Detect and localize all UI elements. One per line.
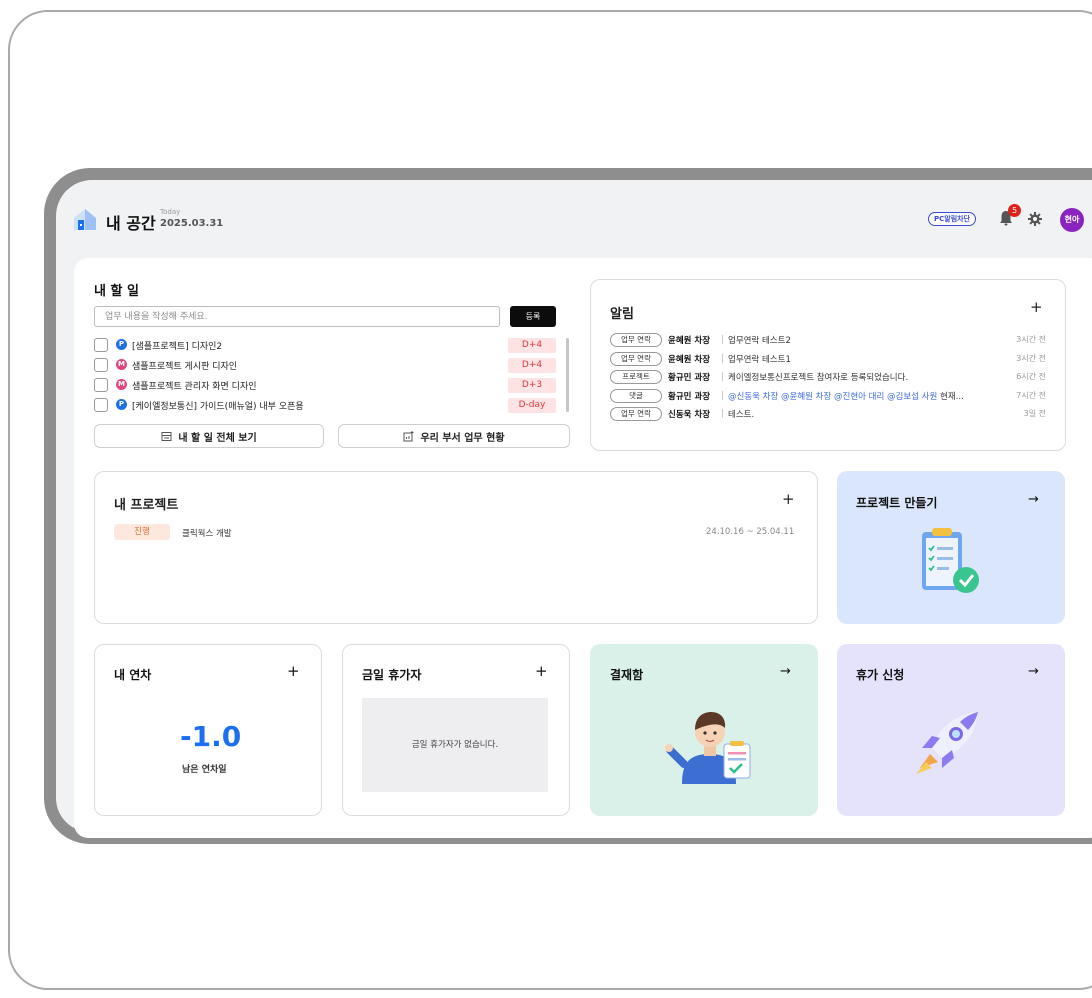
rocket-icon [916,712,978,774]
notification-text: @신동욱 차장 @윤혜원 차장 @진현아 대리 @김보섭 사원 현재... [728,390,998,402]
todo-add-button[interactable]: 등록 [510,306,556,327]
notifications-plus-icon[interactable]: + [1030,298,1043,316]
project-name[interactable]: 클릭웍스 개발 [182,527,232,539]
today-off-empty-state: 금일 휴가자가 없습니다. [362,698,548,792]
notification-item[interactable]: 업무 연락 윤혜원 차장 업무연락 테스트1 3시간 전 [610,351,1046,370]
notification-text: 케이엘정보통신프로젝트 참여자로 등록되었습니다. [728,373,909,383]
dept-status-button[interactable]: 우리 부서 업무 현황 [338,424,570,448]
todo-view-all-button[interactable]: 내 할 일 전체 보기 [94,424,324,448]
todo-dday-badge: D+4 [508,358,556,373]
todo-checkbox[interactable] [94,338,108,352]
notifications-list: 업무 연락 윤혜원 차장 업무연락 테스트2 3시간 전 업무 연락 윤혜원 차… [610,332,1046,425]
notification-divider [722,390,723,400]
annual-leave-label: 남은 연차일 [182,765,227,775]
todo-scrollbar[interactable] [566,338,569,412]
todo-input[interactable] [94,306,500,327]
annual-leave-title: 내 연차 [114,668,152,682]
todo-item: M 샘플프로젝트 게시판 디자인 D+4 [94,356,556,376]
notification-sender: 윤혜원 차장 [668,354,711,365]
gear-icon[interactable] [1028,212,1042,226]
notification-text: 테스트. [728,410,755,420]
today-label: Today [160,208,181,216]
notification-time: 3일 전 [1023,409,1046,418]
todo-dday-badge: D+4 [508,338,556,353]
notification-type-badge: 업무 연락 [610,333,662,347]
avatar[interactable]: 현아 [1060,208,1084,232]
project-period: 24.10.16 ~ 25.04.11 [706,527,795,537]
home-icon [74,209,96,230]
todo-item: M 샘플프로젝트 관리자 화면 디자인 D+3 [94,376,556,396]
project-status-badge: 진행 [114,524,170,540]
chart-add-icon [403,430,414,441]
today-date: 2025.03.31 [160,218,224,229]
notification-time: 3시간 전 [1016,353,1046,363]
page-title: 내 공간 [106,214,156,233]
notification-type-badge: 프로젝트 [610,370,662,384]
todo-item: P [샘플프로젝트] 디자인2 D+4 [94,336,556,356]
notification-item[interactable]: 업무 연락 신동욱 차장 테스트. 3일 전 [610,406,1046,425]
notification-text: 업무연락 테스트2 [728,336,791,346]
approval-arrow-icon: → [780,664,791,679]
create-project-arrow-icon: → [1028,492,1039,507]
notification-type-badge: 업무 연락 [610,407,662,421]
notification-item[interactable]: 프로젝트 황규민 과장 케이엘정보통신프로젝트 참여자로 등록되었습니다. 6시… [610,369,1046,388]
projects-plus-icon[interactable]: + [782,490,795,508]
todo-type-badge: P [116,399,127,410]
notifications-title: 알림 [610,307,634,322]
today-off-title: 금일 휴가자 [362,668,422,682]
pc-alert-block-button[interactable]: PC알림차단 [928,212,977,226]
todo-title: 내 할 일 [94,284,139,299]
notification-divider [722,353,723,363]
notification-item[interactable]: 댓글 황규민 과장 @신동욱 차장 @윤혜원 차장 @진현아 대리 @김보섭 사… [610,388,1046,407]
list-icon [161,431,172,441]
notification-text-tail: 현재... [937,391,964,402]
notification-mentions: @신동욱 차장 @윤혜원 차장 @진현아 대리 @김보섭 사원 [728,391,938,402]
todo-view-all-label: 내 할 일 전체 보기 [178,432,257,444]
notification-item[interactable]: 업무 연락 윤혜원 차장 업무연락 테스트2 3시간 전 [610,332,1046,351]
todo-item-text[interactable]: [샘플프로젝트] 디자인2 [132,339,222,352]
notification-type-badge: 댓글 [610,388,662,403]
clipboard-check-icon [922,528,979,593]
notification-text: 업무연락 테스트1 [728,354,791,365]
dept-status-label: 우리 부서 업무 현황 [420,432,505,444]
todo-list: P [샘플프로젝트] 디자인2 D+4 M 샘플프로젝트 게시판 디자인 D+4… [94,336,556,416]
annual-leave-value: -1.0 [180,720,242,753]
annual-leave-plus-icon[interactable]: + [287,662,300,680]
create-project-title: 프로젝트 만들기 [856,496,938,510]
todo-type-badge: P [116,339,127,350]
notification-time: 7시간 전 [1016,390,1046,400]
notification-divider [722,335,723,344]
notification-count-badge: 5 [1008,204,1021,217]
leave-request-title: 휴가 신청 [856,668,905,682]
notification-divider [722,409,723,418]
notification-sender: 황규민 과장 [668,373,711,383]
todo-checkbox[interactable] [94,378,108,392]
todo-type-badge: M [116,359,127,370]
todo-item-text[interactable]: [케이엘정보통신] 가이드(매뉴얼) 내부 오픈용 [132,399,304,412]
todo-checkbox[interactable] [94,358,108,372]
notification-divider [722,372,723,381]
notification-type-badge: 업무 연락 [610,351,662,366]
todo-dday-badge: D-day [508,398,556,413]
notification-sender: 황규민 과장 [668,391,711,402]
notification-sender: 신동욱 차장 [668,410,711,420]
leave-request-arrow-icon: → [1028,664,1039,679]
today-off-plus-icon[interactable]: + [535,662,548,680]
my-projects-title: 내 프로젝트 [114,498,179,513]
todo-dday-badge: D+3 [508,378,556,393]
todo-item: P [케이엘정보통신] 가이드(매뉴얼) 내부 오픈용 D-day [94,396,556,416]
approval-title: 결재함 [610,668,644,682]
todo-type-badge: M [116,379,127,390]
todo-checkbox[interactable] [94,398,108,412]
todo-item-text[interactable]: 샘플프로젝트 관리자 화면 디자인 [132,379,257,392]
my-projects-card [94,471,818,624]
notification-time: 6시간 전 [1016,372,1046,381]
notification-sender: 윤혜원 차장 [668,336,711,346]
approver-person-icon [665,712,751,784]
todo-item-text[interactable]: 샘플프로젝트 게시판 디자인 [132,359,237,372]
notification-time: 3시간 전 [1016,335,1046,344]
